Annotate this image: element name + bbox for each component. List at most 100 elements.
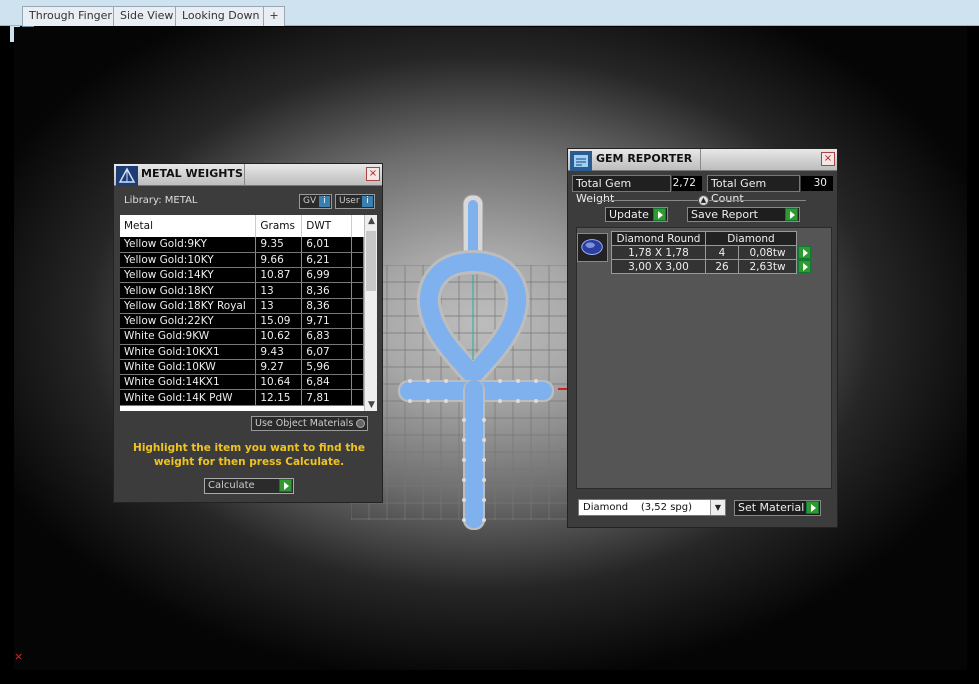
metal-name-cell: White Gold:10KW [120, 359, 257, 376]
ankh-pendant-model [398, 194, 554, 530]
grams-cell: 10.87 [255, 267, 303, 284]
row-spacer [351, 282, 364, 299]
gem-shape-header: Diamond Round [611, 231, 706, 246]
user-label: User [339, 196, 360, 206]
metal-row[interactable]: Yellow Gold:22KY 15.09 9,71 [120, 313, 364, 330]
metal-name-cell: White Gold:10KX1 [120, 344, 257, 360]
metal-row[interactable]: Yellow Gold:14KY 10.87 6,99 [120, 267, 364, 284]
dwt-cell: 8,36 [301, 298, 353, 314]
gem-reporter-title: GEM REPORTER [596, 152, 693, 165]
dwt-cell: 6,01 [301, 237, 353, 253]
chevron-down-icon: ▼ [710, 500, 725, 515]
tab-looking-down[interactable]: Looking Down [175, 6, 267, 26]
dwt-cell: 8,36 [301, 282, 353, 299]
metal-table-scrollbar[interactable]: ▲ ▼ [364, 215, 377, 411]
gem-row[interactable]: 3,00 X 3,00 26 2,63tw [611, 259, 812, 274]
metal-weights-icon [116, 166, 138, 186]
metal-row[interactable]: White Gold:14K PdW 12.15 7,81 [120, 389, 364, 406]
grams-cell: 9.35 [255, 237, 303, 253]
play-arrow-icon [806, 501, 819, 514]
column-header-spacer [351, 215, 364, 237]
view-tab-strip: Through Finger Side View Looking Down + [0, 0, 979, 26]
grams-cell: 13 [255, 282, 303, 299]
column-header-metal[interactable]: Metal [120, 215, 257, 237]
metal-weights-titlebar[interactable]: METAL WEIGHTS × [114, 164, 382, 186]
metal-row[interactable]: Yellow Gold:9KY 9.35 6,01 [120, 237, 364, 253]
column-header-grams[interactable]: Grams [255, 215, 303, 237]
grams-cell: 9.43 [255, 344, 303, 360]
calculate-label: Calculate [208, 480, 255, 491]
add-tab-button[interactable]: + [263, 6, 285, 26]
gem-reporter-titlebar[interactable]: GEM REPORTER × [568, 149, 837, 171]
metal-name-cell: Yellow Gold:18KY [120, 282, 257, 299]
gem-summary-table[interactable]: Diamond Round Diamond 1,78 X 1,78 4 0,08… [611, 231, 812, 274]
metal-row[interactable]: Yellow Gold:18KY Royal 13 8,36 [120, 298, 364, 314]
collapse-knob-icon[interactable]: ▲ [698, 195, 709, 206]
save-report-button[interactable]: Save Report [687, 207, 800, 222]
title-separator [244, 164, 245, 186]
play-arrow-icon [785, 208, 798, 221]
metal-row[interactable]: Yellow Gold:10KY 9.66 6,21 [120, 252, 364, 269]
save-report-label: Save Report [691, 208, 758, 221]
dwt-cell: 6,84 [301, 374, 353, 391]
play-arrow-icon [653, 208, 666, 221]
instruction-hint: Highlight the item you want to find the … [133, 442, 365, 468]
update-button[interactable]: Update [605, 207, 668, 222]
grams-cell: 9.66 [255, 252, 303, 269]
gem-material-header: Diamond [705, 231, 797, 246]
set-material-button[interactable]: Set Material [734, 500, 821, 516]
scroll-up-icon[interactable]: ▲ [365, 216, 377, 226]
gem-reporter-close-icon[interactable]: × [821, 152, 835, 166]
row-play-arrow-icon[interactable] [798, 260, 812, 273]
total-gem-count-label: Total Gem Count [707, 175, 800, 205]
row-spacer [351, 298, 364, 314]
row-spacer [351, 267, 364, 284]
set-material-label: Set Material [738, 501, 805, 514]
update-label: Update [609, 208, 649, 221]
row-spacer [351, 252, 364, 269]
metal-weights-panel: METAL WEIGHTS × Library: METAL GV i User i… [113, 163, 383, 503]
row-spacer [351, 237, 364, 253]
play-arrow-icon [279, 479, 292, 492]
row-spacer [351, 389, 364, 406]
material-select[interactable]: Diamond (3,52 spg) ▼ [578, 499, 726, 516]
column-header-dwt[interactable]: DWT [301, 215, 353, 237]
gem-size: 3,00 X 3,00 [611, 259, 706, 274]
metal-name-cell: White Gold:14KX1 [120, 374, 257, 391]
metal-row[interactable]: White Gold:10KW 9.27 5,96 [120, 359, 364, 376]
grams-cell: 13 [255, 298, 303, 314]
gv-toggle[interactable]: GV i [299, 194, 332, 209]
calculate-button[interactable]: Calculate [204, 478, 294, 494]
gem-reporter-icon [570, 151, 592, 171]
metal-row[interactable]: White Gold:9KW 10.62 6,83 [120, 328, 364, 345]
metal-row[interactable]: White Gold:10KX1 9.43 6,07 [120, 344, 364, 360]
dwt-cell: 6,21 [301, 252, 353, 269]
gem-row[interactable]: 1,78 X 1,78 4 0,08tw [611, 245, 812, 260]
row-spacer [351, 359, 364, 376]
info-icon: i [319, 196, 330, 207]
tab-through-finger[interactable]: Through Finger [22, 6, 119, 26]
row-spacer [351, 374, 364, 391]
round-diamond-icon[interactable] [577, 233, 608, 262]
metal-table[interactable]: Metal Grams DWT Yellow Gold:9KY 9.35 6,01 Y… [120, 215, 377, 411]
row-spacer [351, 328, 364, 345]
scroll-down-icon[interactable]: ▼ [365, 400, 377, 410]
total-gem-count-value: 30 [801, 176, 833, 191]
total-gem-weight-label: Total Gem Weight [572, 175, 671, 205]
gv-label: GV [303, 196, 317, 206]
library-label: Library: METAL [124, 195, 198, 206]
row-play-arrow-icon[interactable] [798, 246, 811, 259]
metal-row[interactable]: Yellow Gold:18KY 13 8,36 [120, 282, 364, 299]
radio-indicator-icon [356, 419, 365, 428]
tab-side-view[interactable]: Side View [113, 6, 181, 26]
metal-row[interactable]: White Gold:14KX1 10.64 6,84 [120, 374, 364, 391]
user-toggle[interactable]: User i [335, 194, 375, 209]
metal-name-cell: Yellow Gold:14KY [120, 267, 257, 284]
row-spacer [351, 344, 364, 360]
metal-weights-close-icon[interactable]: × [366, 167, 380, 181]
scrollbar-thumb[interactable] [366, 231, 376, 291]
grams-cell: 12.15 [255, 389, 303, 406]
metal-name-cell: Yellow Gold:18KY Royal [120, 298, 257, 314]
metal-weights-title: METAL WEIGHTS [141, 167, 243, 180]
use-object-materials-toggle[interactable]: Use Object Materials [251, 416, 368, 431]
